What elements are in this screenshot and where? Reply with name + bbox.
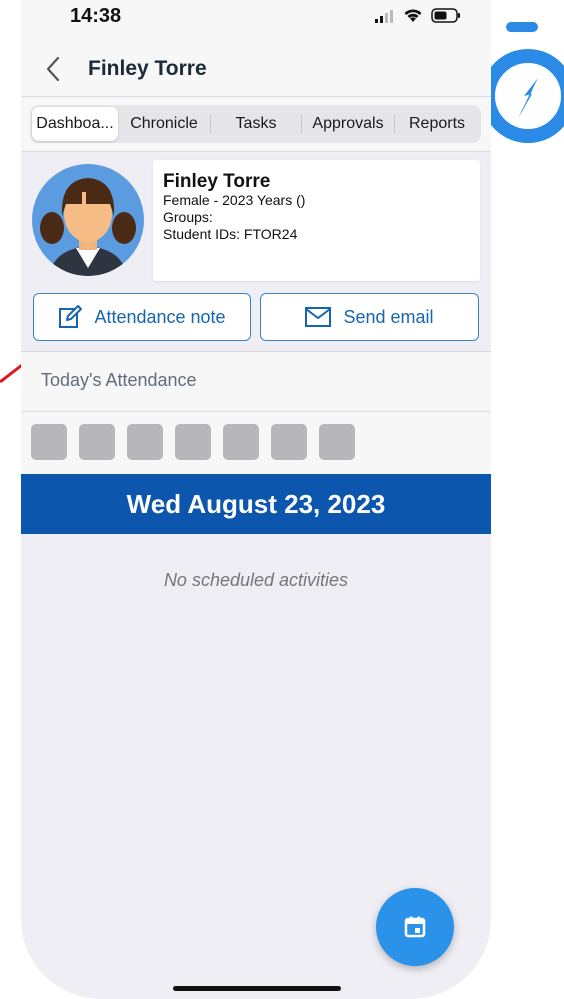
- attendance-header: Today's Attendance: [21, 352, 491, 412]
- home-indicator: [173, 986, 341, 991]
- page-title: Finley Torre: [88, 57, 207, 80]
- edit-note-icon: [59, 305, 83, 328]
- profile-student-ids: Student IDs: FTOR24: [163, 226, 298, 242]
- attendance-slots: [21, 412, 491, 474]
- tab-dashboard[interactable]: Dashboa...: [32, 107, 118, 141]
- signal-icon: [375, 9, 393, 23]
- avatar: [32, 164, 144, 276]
- tab-tasks[interactable]: Tasks: [211, 107, 301, 141]
- profile-name: Finley Torre: [163, 171, 271, 192]
- tabs-bar: Dashboa... Chronicle Tasks Approvals Rep…: [21, 97, 491, 152]
- attendance-slot[interactable]: [319, 424, 355, 460]
- status-time: 14:38: [70, 5, 122, 27]
- tab-chronicle[interactable]: Chronicle: [118, 107, 210, 141]
- attendance-slot[interactable]: [223, 424, 259, 460]
- segmented-tabs: Dashboa... Chronicle Tasks Approvals Rep…: [30, 105, 481, 143]
- tab-approvals[interactable]: Approvals: [302, 107, 394, 141]
- nav-header: Finley Torre: [21, 40, 491, 97]
- status-bar: 14:38: [21, 0, 491, 40]
- attendance-slot[interactable]: [31, 424, 67, 460]
- battery-icon: [431, 8, 460, 23]
- send-email-button[interactable]: Send email: [260, 293, 479, 341]
- calendar-icon: [404, 916, 426, 938]
- phone-screen: 14:38 Finley Torre Dashboa... Chronicle …: [21, 0, 491, 999]
- status-icons: [375, 8, 461, 23]
- attendance-slot[interactable]: [79, 424, 115, 460]
- wifi-icon: [404, 9, 422, 22]
- calendar-fab-button[interactable]: [376, 888, 454, 966]
- profile-groups: Groups:: [163, 209, 213, 225]
- profile-card: Finley Torre Female - 2023 Years () Grou…: [153, 160, 480, 281]
- empty-schedule-message: No scheduled activities: [163, 570, 349, 590]
- attendance-slot[interactable]: [127, 424, 163, 460]
- profile-section: Finley Torre Female - 2023 Years () Grou…: [21, 152, 491, 352]
- tab-reports[interactable]: Reports: [395, 107, 479, 141]
- date-banner: Wed August 23, 2023: [21, 474, 491, 534]
- send-email-label: Send email: [343, 306, 434, 327]
- logo-icon: [488, 22, 564, 143]
- attendance-note-label: Attendance note: [94, 306, 226, 327]
- mail-icon: [305, 307, 332, 327]
- attendance-slot[interactable]: [271, 424, 307, 460]
- attendance-slot[interactable]: [175, 424, 211, 460]
- profile-details: Female - 2023 Years (): [163, 192, 306, 208]
- attendance-note-button[interactable]: Attendance note: [33, 293, 251, 341]
- attendance-title: Today's Attendance: [41, 370, 197, 390]
- back-chevron-icon[interactable]: [41, 54, 67, 84]
